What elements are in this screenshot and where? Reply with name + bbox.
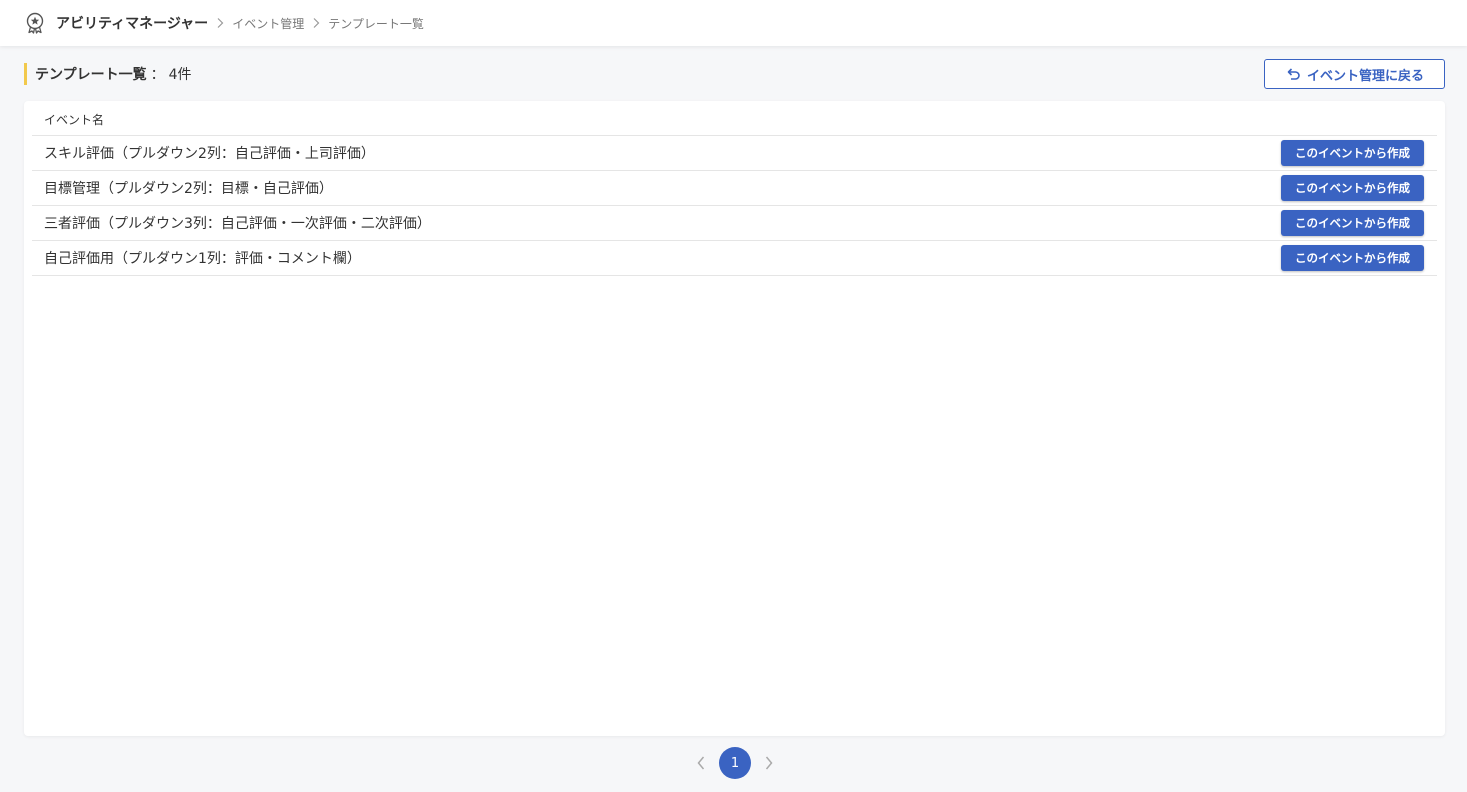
title-separator: ： — [150, 67, 165, 83]
template-list-card: イベント名 スキル評価（プルダウン2列：自己評価・上司評価） このイベントから作… — [24, 101, 1445, 736]
create-from-event-button[interactable]: このイベントから作成 — [1281, 175, 1424, 201]
template-count: 4件 — [168, 67, 192, 83]
page-title-text: テンプレート一覧 — [35, 67, 147, 83]
breadcrumb-template-list: テンプレート一覧 — [328, 16, 424, 31]
column-header-event-name: イベント名 — [44, 113, 105, 127]
undo-arrow-icon — [1285, 66, 1301, 82]
table-row: 三者評価（プルダウン3列：自己評価・一次評価・二次評価） このイベントから作成 — [32, 206, 1437, 241]
award-medal-icon — [24, 12, 46, 34]
app-title[interactable]: アビリティマネージャー — [56, 13, 208, 33]
page-title: テンプレート一覧 ： 4件 — [24, 63, 192, 85]
create-from-event-button[interactable]: このイベントから作成 — [1281, 245, 1424, 271]
template-name: スキル評価（プルダウン2列：自己評価・上司評価） — [44, 146, 375, 162]
template-name: 三者評価（プルダウン3列：自己評価・一次評価・二次評価） — [44, 216, 431, 232]
table-row: スキル評価（プルダウン2列：自己評価・上司評価） このイベントから作成 — [32, 136, 1437, 171]
page-header: テンプレート一覧 ： 4件 イベント管理に戻る — [24, 59, 1445, 89]
back-button-label: イベント管理に戻る — [1306, 68, 1424, 84]
back-to-event-management-button[interactable]: イベント管理に戻る — [1264, 59, 1445, 89]
template-name: 自己評価用（プルダウン1列：評価・コメント欄） — [44, 251, 361, 267]
pagination: 1 — [693, 747, 777, 779]
top-navigation-bar: アビリティマネージャー イベント管理 テンプレート一覧 — [0, 0, 1467, 46]
template-table: イベント名 スキル評価（プルダウン2列：自己評価・上司評価） このイベントから作… — [32, 101, 1437, 276]
app-root: アビリティマネージャー イベント管理 テンプレート一覧 テンプレート一覧 ： 4… — [0, 0, 1467, 792]
create-from-event-button[interactable]: このイベントから作成 — [1281, 210, 1424, 236]
template-name: 目標管理（プルダウン2列：目標・自己評価） — [44, 181, 333, 197]
create-from-event-button[interactable]: このイベントから作成 — [1281, 140, 1424, 166]
table-header: イベント名 — [32, 101, 1437, 136]
table-row: 目標管理（プルダウン2列：目標・自己評価） このイベントから作成 — [32, 171, 1437, 206]
breadcrumb-event-management[interactable]: イベント管理 — [232, 15, 304, 32]
next-page-chevron-right-icon[interactable] — [761, 747, 777, 779]
chevron-right-icon — [312, 17, 320, 29]
chevron-right-icon — [216, 17, 224, 29]
table-row: 自己評価用（プルダウン1列：評価・コメント欄） このイベントから作成 — [32, 241, 1437, 276]
previous-page-chevron-left-icon[interactable] — [693, 747, 709, 779]
page-button-current[interactable]: 1 — [719, 747, 751, 779]
